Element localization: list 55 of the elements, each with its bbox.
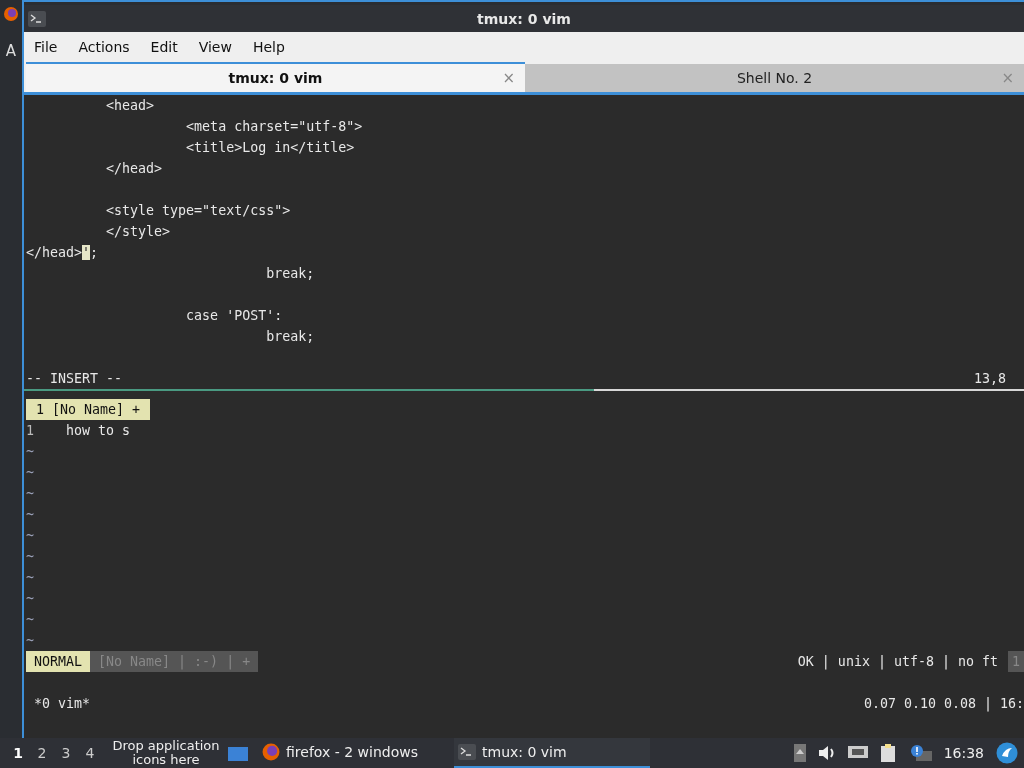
workspace-button[interactable]: 1 xyxy=(6,745,30,761)
file-info: OK | unix | utf-8 | no ft xyxy=(797,654,998,669)
code-line: </style> xyxy=(105,224,171,239)
app-label: A xyxy=(5,42,17,60)
empty-line-marker: ~ xyxy=(26,507,34,522)
launcher-hint: Drop application icons here xyxy=(111,739,221,767)
desktop-icon[interactable] xyxy=(228,745,248,761)
workspace-button[interactable]: 4 xyxy=(78,745,102,761)
menu-item[interactable]: View xyxy=(196,39,243,55)
notification-icon[interactable] xyxy=(909,744,932,762)
code-line: break; xyxy=(265,329,315,344)
text-cursor: ' xyxy=(82,245,91,260)
tmux-status: 0.07 0.10 0.08 | 16: xyxy=(863,696,1024,711)
menu-item[interactable]: File xyxy=(32,39,69,55)
menu-item[interactable]: Actions xyxy=(76,39,141,55)
empty-line-marker: ~ xyxy=(26,633,34,648)
code-line: break; xyxy=(265,266,315,281)
menu-item[interactable]: Edit xyxy=(148,39,189,55)
empty-line-marker: ~ xyxy=(26,528,34,543)
empty-line-marker: ~ xyxy=(26,591,34,606)
arrow-up-icon[interactable] xyxy=(793,744,806,762)
tab[interactable]: tmux: 0 vim × xyxy=(26,62,525,92)
buffer-tab[interactable]: 1 [No Name] + xyxy=(26,399,151,420)
code-line: </head> xyxy=(105,161,163,176)
cursor-position: 13,8 xyxy=(973,371,1006,386)
empty-line-marker: ~ xyxy=(26,549,34,564)
empty-line-marker: ~ xyxy=(26,444,34,459)
workspace-button[interactable]: 2 xyxy=(30,745,54,761)
clock[interactable]: 16:38 xyxy=(943,745,984,761)
window-title: tmux: 0 vim xyxy=(477,10,571,27)
code-line: <head> xyxy=(105,98,155,113)
code-line: case 'POST': xyxy=(185,308,283,323)
menu-item[interactable]: Help xyxy=(250,39,296,55)
code-line: <style type="text/css"> xyxy=(105,203,291,218)
empty-line-marker: ~ xyxy=(26,570,34,585)
code-line: </head>'; xyxy=(26,245,99,260)
task-button[interactable]: tmux: 0 vim xyxy=(454,738,650,768)
code-line: how to s xyxy=(66,423,131,438)
empty-line-marker: ~ xyxy=(26,612,34,627)
start-menu-icon[interactable] xyxy=(996,742,1018,764)
tmux-window[interactable]: *0 vim* xyxy=(26,696,91,711)
task-button[interactable]: firefox - 2 windows xyxy=(258,738,454,768)
clipboard-icon[interactable] xyxy=(879,743,898,763)
empty-line-marker: ~ xyxy=(26,486,34,501)
terminal-icon xyxy=(28,10,46,27)
mode-indicator: -- INSERT -- xyxy=(26,371,123,386)
tab[interactable]: Shell No. 2 × xyxy=(525,62,1024,92)
code-line: <title>Log in</title> xyxy=(185,140,355,155)
workspace-button[interactable]: 3 xyxy=(54,745,78,761)
volume-icon[interactable] xyxy=(817,745,836,761)
terminal-icon xyxy=(458,744,476,760)
empty-line-marker: ~ xyxy=(26,465,34,480)
mode-indicator: NORMAL xyxy=(26,651,91,672)
line-number: 1 xyxy=(26,423,35,438)
code-line: <meta charset="utf-8"> xyxy=(185,119,363,134)
